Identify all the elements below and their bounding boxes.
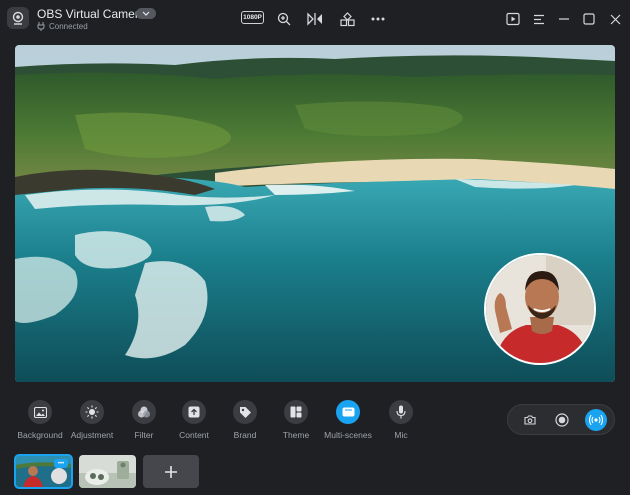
camera-icon[interactable] xyxy=(520,410,540,430)
scene-2-image xyxy=(79,455,136,488)
chevron-down-icon[interactable] xyxy=(136,8,156,19)
menu-icon[interactable] xyxy=(530,10,548,28)
tool-label: Adjustment xyxy=(70,430,114,440)
image-icon xyxy=(28,400,52,424)
mirror-icon[interactable] xyxy=(306,10,324,28)
play-icon[interactable] xyxy=(504,10,522,28)
recording-controls xyxy=(507,404,615,435)
more-icon[interactable] xyxy=(369,10,387,28)
scene-thumbnail[interactable] xyxy=(79,455,136,488)
scenes-icon xyxy=(336,400,360,424)
camera-preview[interactable] xyxy=(15,45,615,382)
close-icon[interactable] xyxy=(606,10,624,28)
theme-icon xyxy=(284,400,308,424)
tool-label: Mic xyxy=(394,430,408,440)
layout-icon[interactable] xyxy=(338,10,356,28)
plus-icon xyxy=(165,465,177,478)
connection-label: Connected xyxy=(49,22,88,31)
webcam-overlay[interactable] xyxy=(484,253,596,365)
resolution-badge[interactable]: 1080P xyxy=(241,11,264,24)
title-bar: OBS Virtual Camera Connected 1080P xyxy=(0,0,630,38)
scene-options-badge[interactable]: ••• xyxy=(54,459,68,468)
app-title: OBS Virtual Camera xyxy=(37,7,146,21)
connection-status: Connected xyxy=(37,22,88,31)
tag-icon xyxy=(233,400,257,424)
tool-label: Multi-scenes xyxy=(324,430,372,440)
record-icon[interactable] xyxy=(552,410,572,430)
tool-adjustment[interactable]: Adjustment xyxy=(62,400,122,440)
sun-icon xyxy=(80,400,104,424)
tool-multi-scenes[interactable]: Multi-scenes xyxy=(318,400,378,440)
webcam-icon[interactable] xyxy=(7,7,29,29)
tool-label: Content xyxy=(179,430,209,440)
scenes-strip: ••• xyxy=(14,454,199,489)
tool-label: Filter xyxy=(134,430,154,440)
zoom-in-icon[interactable] xyxy=(275,10,293,28)
scene-thumbnail[interactable]: ••• xyxy=(14,454,73,489)
tool-background[interactable]: Background xyxy=(10,400,70,440)
maximize-icon[interactable] xyxy=(580,10,598,28)
tool-mic[interactable]: Mic xyxy=(371,400,431,440)
filter-icon xyxy=(132,400,156,424)
plug-icon xyxy=(37,22,45,31)
add-scene-button[interactable] xyxy=(143,455,199,488)
minimize-icon[interactable] xyxy=(555,10,573,28)
person-image xyxy=(486,255,594,363)
tool-label: Background xyxy=(17,430,63,440)
live-icon[interactable] xyxy=(585,409,607,431)
tool-label: Theme xyxy=(282,430,310,440)
mic-icon xyxy=(389,400,413,424)
tool-label: Brand xyxy=(233,430,257,440)
upload-icon xyxy=(182,400,206,424)
tool-theme[interactable]: Theme xyxy=(266,400,326,440)
